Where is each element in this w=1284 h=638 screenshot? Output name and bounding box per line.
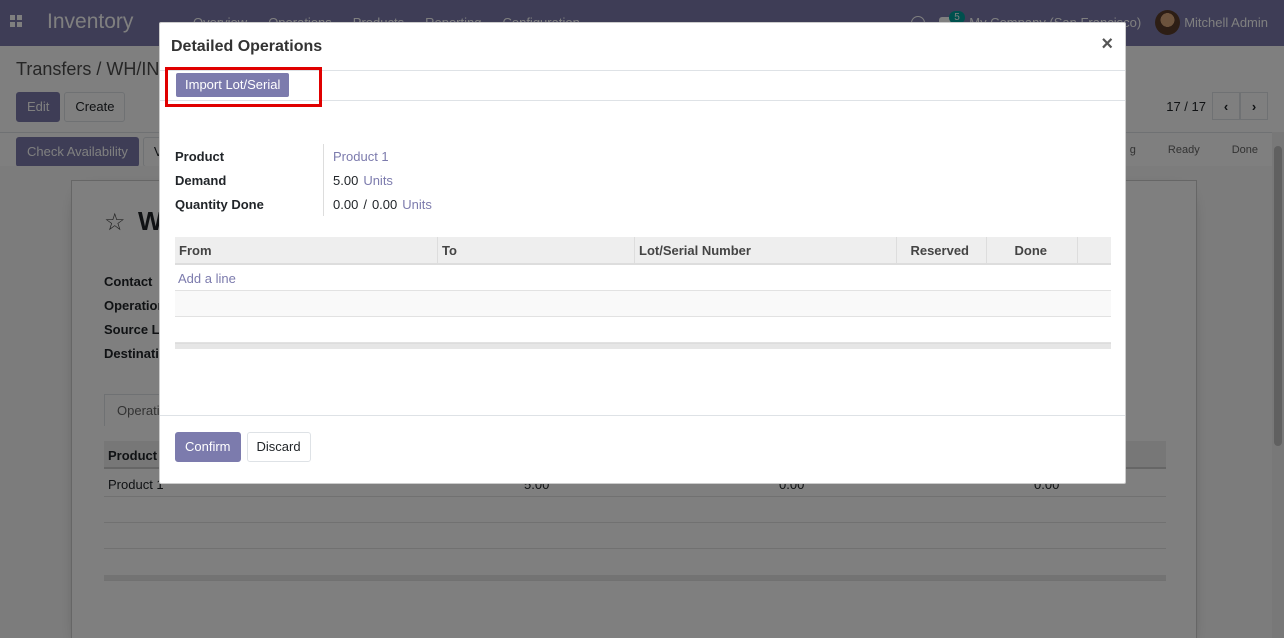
- demand-label: Demand: [175, 172, 227, 188]
- table-row: [175, 291, 1111, 317]
- column-from[interactable]: From: [175, 237, 438, 263]
- column-actions: [1078, 237, 1111, 263]
- quantity-done-value: 0.00: [333, 196, 359, 212]
- quantity-done-label: Quantity Done: [175, 196, 264, 212]
- table-footer: [175, 343, 1111, 349]
- dialog-footer: Confirm Discard: [160, 415, 1125, 483]
- quantity-uom-link[interactable]: Units: [402, 197, 432, 212]
- demand-field: Demand 5.00 Units: [175, 168, 432, 192]
- product-link[interactable]: Product 1: [333, 149, 389, 164]
- confirm-button[interactable]: Confirm: [175, 432, 241, 462]
- quantity-separator: /: [363, 196, 367, 212]
- dialog-buttons: Confirm Discard: [175, 432, 311, 462]
- product-field: Product Product 1: [175, 144, 432, 168]
- column-to[interactable]: To: [438, 237, 635, 263]
- column-reserved[interactable]: Reserved: [897, 237, 987, 263]
- move-lines-table: From To Lot/Serial Number Reserved Done …: [175, 237, 1111, 349]
- move-lines-header: From To Lot/Serial Number Reserved Done: [175, 237, 1111, 265]
- column-lot-serial[interactable]: Lot/Serial Number: [635, 237, 897, 263]
- table-row: [175, 317, 1111, 343]
- detailed-operations-dialog: Detailed Operations × Import Lot/Serial …: [159, 22, 1126, 484]
- demand-value: 5.00: [333, 172, 359, 188]
- table-row: Add a line: [175, 265, 1111, 291]
- discard-button[interactable]: Discard: [246, 432, 311, 462]
- dialog-title: Detailed Operations: [171, 38, 323, 55]
- quantity-done-field: Quantity Done 0.00 / 0.00 Units: [175, 192, 432, 216]
- demand-uom-link[interactable]: Units: [363, 173, 393, 188]
- column-done[interactable]: Done: [987, 237, 1078, 263]
- close-icon[interactable]: ×: [1101, 33, 1113, 56]
- product-label: Product: [175, 148, 225, 164]
- quantity-done-total: 0.00: [371, 196, 398, 212]
- dialog-header: Detailed Operations ×: [160, 23, 1125, 71]
- annotation-highlight-box: [165, 67, 322, 107]
- dialog-fields: Product Product 1 Demand 5.00 Units Quan…: [175, 144, 432, 216]
- add-line-link[interactable]: Add a line: [178, 271, 236, 286]
